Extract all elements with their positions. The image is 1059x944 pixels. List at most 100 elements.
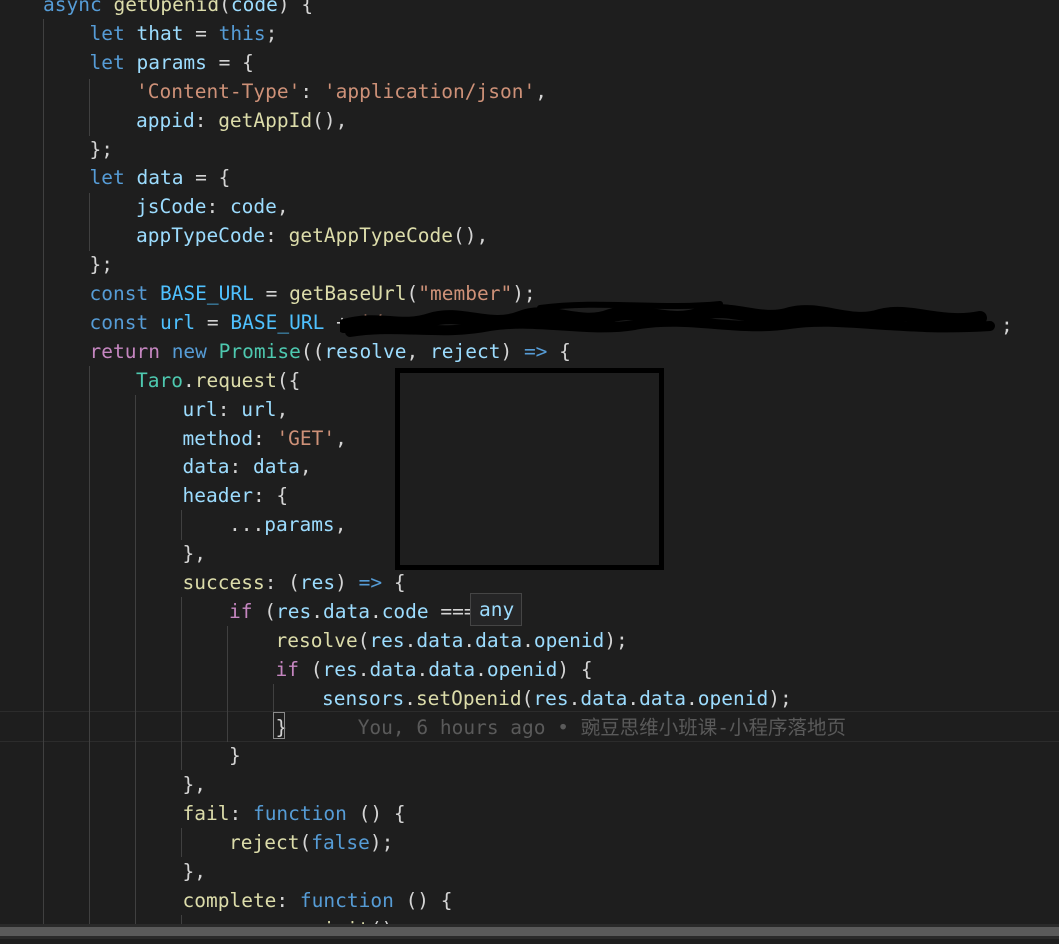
code-token: new bbox=[171, 339, 219, 363]
code-token: : bbox=[300, 79, 324, 103]
redaction-box bbox=[395, 368, 664, 570]
code-token: ( bbox=[299, 831, 312, 855]
code-token: : ( bbox=[264, 571, 300, 594]
indent-guide bbox=[89, 193, 90, 251]
code-token: let bbox=[89, 50, 137, 74]
code-line: reject(false); bbox=[229, 828, 393, 857]
code-token: , bbox=[276, 195, 289, 219]
code-token: === bbox=[428, 599, 476, 623]
code-token: ( bbox=[219, 0, 231, 16]
code-token: setOpenid bbox=[415, 686, 522, 710]
code-token: request bbox=[194, 368, 277, 392]
code-token: code bbox=[381, 599, 429, 623]
code-token: . bbox=[311, 599, 323, 623]
code-token: appTypeCode bbox=[136, 224, 266, 248]
code-token: const bbox=[89, 282, 160, 305]
code-line: fail: function () { bbox=[183, 799, 406, 828]
type-hint-label: any bbox=[479, 598, 515, 621]
indent-guide bbox=[43, 19, 44, 939]
code-line: }, bbox=[183, 539, 206, 568]
code-token: data bbox=[428, 657, 476, 681]
code-token: , bbox=[276, 397, 289, 421]
code-line: if (res.data.code === bbox=[229, 597, 476, 626]
code-token: ) bbox=[335, 571, 359, 594]
code-token: data bbox=[475, 628, 523, 652]
trailing-semicolon: ; bbox=[1001, 314, 1013, 337]
code-token: jsCode bbox=[136, 195, 207, 219]
code-token: }, bbox=[182, 542, 206, 566]
code-line: async getOpenid(code) { bbox=[43, 0, 313, 19]
code-token: if bbox=[229, 599, 265, 623]
code-line: ...params, bbox=[229, 510, 346, 539]
code-token: getAppTypeCode bbox=[288, 224, 453, 248]
code-token: . bbox=[369, 599, 382, 623]
code-token: = bbox=[195, 310, 231, 334]
code-token: openid bbox=[697, 686, 769, 710]
code-token: ); bbox=[604, 628, 628, 652]
code-token: success bbox=[182, 571, 265, 594]
code-token: openid bbox=[486, 657, 558, 681]
code-token: () { bbox=[346, 802, 406, 826]
code-token: . bbox=[463, 628, 476, 652]
code-token: function bbox=[299, 888, 394, 912]
code-token: , bbox=[299, 455, 312, 479]
horizontal-scrollbar[interactable] bbox=[0, 924, 1059, 939]
code-token: BASE_URL bbox=[159, 282, 254, 305]
code-token: 'Content-Type' bbox=[136, 79, 301, 103]
code-token: . bbox=[404, 686, 416, 710]
code-token: ; bbox=[265, 21, 278, 45]
code-token: return bbox=[89, 339, 172, 363]
code-token: , bbox=[535, 79, 547, 103]
code-token: = bbox=[183, 21, 219, 45]
code-line: }, bbox=[183, 857, 206, 886]
code-line: } bbox=[229, 741, 241, 770]
code-token: Taro bbox=[136, 368, 183, 392]
code-token: resolve bbox=[275, 628, 358, 652]
code-token: getAppId bbox=[218, 108, 313, 132]
code-token: ) { bbox=[277, 0, 314, 16]
code-token: res bbox=[275, 599, 312, 623]
code-token: code bbox=[229, 195, 277, 219]
code-token: : bbox=[229, 455, 253, 479]
code-line: 'Content-Type': 'application/json', bbox=[136, 77, 547, 106]
code-token: openid bbox=[533, 628, 605, 652]
code-token: let bbox=[89, 21, 137, 45]
code-token: params bbox=[264, 513, 335, 537]
code-line: complete: function () { bbox=[183, 886, 453, 915]
code-token: complete bbox=[182, 888, 277, 912]
code-token: ( bbox=[310, 657, 323, 681]
code-token: data bbox=[639, 686, 687, 710]
code-token: . bbox=[686, 686, 698, 710]
code-token: () { bbox=[393, 888, 453, 912]
code-token: . bbox=[357, 657, 370, 681]
code-token: url bbox=[182, 397, 218, 421]
code-line: } You, 6 hours ago • 豌豆思维小班课-小程序落地页 bbox=[276, 713, 847, 742]
code-line: method: 'GET', bbox=[183, 424, 347, 453]
code-token: Promise bbox=[218, 339, 301, 363]
code-line: let that = this; bbox=[90, 19, 278, 48]
code-line: jsCode: code, bbox=[136, 192, 289, 221]
code-line: let params = { bbox=[90, 48, 254, 77]
code-token: }; bbox=[89, 137, 113, 161]
code-token: data bbox=[252, 455, 300, 479]
code-token: ( bbox=[521, 686, 534, 710]
code-token: }, bbox=[182, 773, 206, 797]
code-token: (), bbox=[312, 108, 348, 132]
code-token: let bbox=[89, 166, 137, 190]
code-token: getOpenid bbox=[113, 0, 220, 16]
indent-guide bbox=[273, 684, 274, 713]
code-line: if (res.data.data.openid) { bbox=[276, 655, 593, 684]
code-token: , bbox=[335, 426, 347, 450]
code-token: data bbox=[136, 166, 184, 190]
code-token: }; bbox=[89, 253, 113, 277]
code-line: let data = { bbox=[90, 163, 231, 192]
code-line: appid: getAppId(), bbox=[136, 106, 347, 135]
code-token: res bbox=[369, 628, 405, 652]
code-token: = { bbox=[183, 166, 231, 190]
code-editor[interactable]: async getOpenid(code) {let that = this; l… bbox=[0, 0, 1059, 941]
code-line: header: { bbox=[183, 481, 289, 510]
code-token: (), bbox=[453, 224, 489, 248]
scrollbar-thumb[interactable] bbox=[0, 927, 1059, 936]
code-token: ... bbox=[229, 513, 265, 537]
code-token: } bbox=[229, 744, 241, 768]
